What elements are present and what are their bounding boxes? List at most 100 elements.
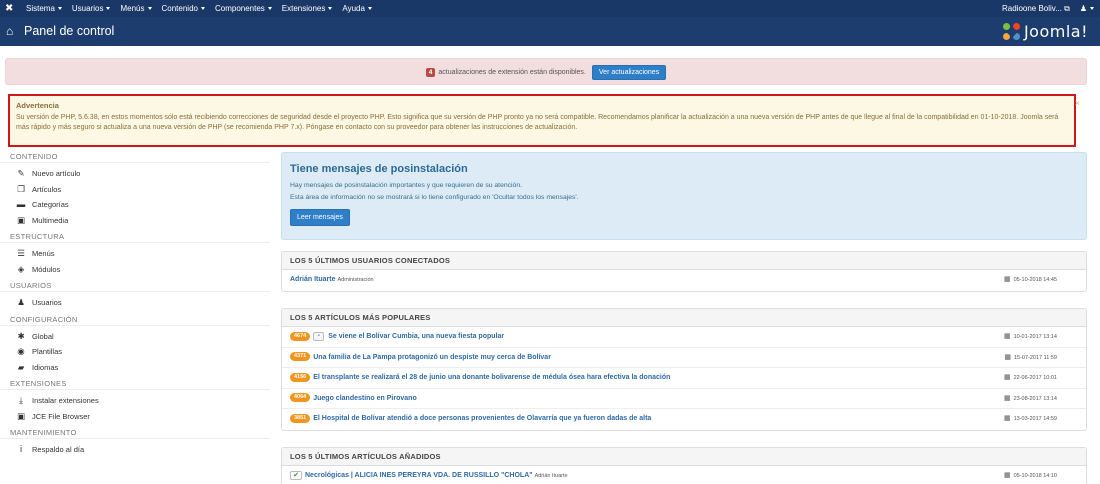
- article-link[interactable]: Una familia de La Pampa protagonizó un d…: [313, 354, 551, 361]
- article-link[interactable]: Necrológicas | ALICIA INES PEREYRA VDA. …: [305, 472, 533, 479]
- user-name-link[interactable]: Adrián Ituarte: [290, 276, 336, 283]
- date-text: 23-08-2017 13:14: [1013, 395, 1057, 402]
- sidebar-item[interactable]: ♟ Usuarios: [0, 295, 270, 311]
- top-menu-bar: ✖ Sistema Usuarios Menús Contenido Compo…: [0, 0, 1100, 17]
- calendar-icon: ▦: [1003, 276, 1011, 283]
- calendar-icon: ▦: [1004, 353, 1011, 361]
- menu-sistema[interactable]: Sistema: [26, 0, 72, 17]
- sidebar-item[interactable]: ⅰ Respaldo al día: [0, 442, 270, 458]
- sidebar-item-label: Idiomas: [32, 362, 59, 372]
- sidebar-item-label: Menús: [32, 249, 55, 258]
- joomla-logo-mark: [1002, 22, 1021, 41]
- menu-label: Contenido: [161, 4, 198, 13]
- table-row: 3851 El Hospital de Bolívar atendió a doc…: [282, 409, 1086, 430]
- sidebar-item[interactable]: ◈ Módulos: [0, 262, 270, 278]
- sidebar-section: CONFIGURACIÓN ✱ Global ◉ Plantillas ▰ Idiomas: [0, 313, 270, 376]
- calendar-icon: ▦: [1003, 374, 1011, 381]
- sidebar-item[interactable]: ☰ Menús: [0, 246, 270, 262]
- sidebar-item[interactable]: ▰ Idiomas: [0, 360, 270, 376]
- site-link[interactable]: Radioone Boliv... ⧉: [1002, 0, 1070, 17]
- table-row: 4674 ▪ Se viene el Bolívar Cumbia, una nue…: [282, 327, 1086, 348]
- sidebar-item-label: Global: [32, 331, 54, 341]
- recent-articles-panel: LOS 5 ÚLTIMOS ARTÍCULOS AÑADIDOS ✔ Necrol…: [281, 447, 1087, 484]
- table-row: 4156 El transplante se realizará el 28 de…: [282, 368, 1086, 389]
- caret-down-icon: [367, 7, 372, 11]
- row-date: ▦ 15-07-2017 11:59: [1004, 348, 1057, 369]
- calendar-icon: ▦: [1003, 415, 1011, 422]
- hits-badge: 3851: [290, 413, 311, 423]
- sidebar-item[interactable]: ▣ Multimedia: [0, 213, 270, 229]
- close-icon[interactable]: ×: [1075, 98, 1080, 108]
- copy-icon: ❐: [17, 183, 25, 194]
- sidebar-item[interactable]: ▬ Categorías: [0, 197, 270, 213]
- site-link-label: Radioone Boliv...: [1001, 4, 1062, 13]
- sidebar-section: MANTENIMIENTO ⅰ Respaldo al día: [0, 426, 270, 458]
- sidebar-item-label: Plantillas: [32, 347, 63, 356]
- sidebar-item-label: Respaldo al día: [32, 445, 85, 454]
- sidebar-item-label: Artículos: [32, 184, 62, 194]
- sidebar-item[interactable]: ◉ Plantillas: [0, 344, 270, 360]
- sidebar-item-label: Categorías: [32, 200, 69, 209]
- joomla-menu-icon[interactable]: ✖: [5, 3, 16, 14]
- table-row: Adrián Ituarte Administración ▦ 05-10-2018…: [282, 270, 1086, 291]
- menu-ayuda[interactable]: Ayuda: [342, 0, 382, 17]
- quick-icons-sidebar: CONTENIDO ✎ Nuevo artículo ❐ Artículos ▬ Categ…: [0, 150, 270, 460]
- user-menu[interactable]: ♟: [1080, 0, 1094, 17]
- postinstall-line-2: Esta área de información no se mostrará …: [290, 194, 579, 201]
- menu-label: Ayuda: [342, 4, 365, 13]
- hits-badge: 4674: [290, 331, 311, 341]
- menu-usuarios[interactable]: Usuarios: [72, 0, 121, 17]
- date-text: 05-10-2018 14:10: [1013, 473, 1057, 479]
- menu-contenido[interactable]: Contenido: [162, 0, 215, 17]
- menu-componentes[interactable]: Componentes: [215, 0, 282, 17]
- sidebar-section: EXTENSIONES ⤓ Instalar extensiones ▣ JCE Fil…: [0, 377, 270, 424]
- calendar-icon: ▦: [1003, 394, 1011, 402]
- sidebar-section-heading: ESTRUCTURA: [0, 230, 270, 243]
- info-icon: ⅰ: [19, 444, 23, 454]
- users-icon: ♟: [17, 297, 25, 307]
- panel-heading: LOS 5 ARTÍCULOS MÁS POPULARES: [282, 309, 1086, 327]
- external-link-icon: ⧉: [1064, 4, 1070, 13]
- view-updates-button[interactable]: Ver actualizaciones: [591, 65, 667, 80]
- lock-icon[interactable]: ▪: [313, 331, 325, 341]
- sidebar-item[interactable]: ✎ Nuevo artículo: [0, 166, 270, 182]
- top-right-links: Radioone Boliv... ⧉ ♟: [1002, 0, 1094, 17]
- read-messages-button[interactable]: Leer mensajes: [290, 209, 350, 226]
- joomla-wordmark: Joomla!: [1023, 22, 1088, 41]
- article-link[interactable]: El transplante se realizará el 28 de jun…: [313, 374, 670, 381]
- list-icon: ☰: [17, 248, 25, 258]
- updates-text: actualizaciones de extensión están dispo…: [438, 69, 586, 76]
- caret-down-icon: [1090, 7, 1094, 11]
- menu-menus[interactable]: Menús: [120, 0, 161, 17]
- sidebar-item-label: Multimedia: [32, 215, 69, 225]
- cog-icon: ✱: [17, 330, 25, 341]
- sidebar-item-label: Módulos: [32, 264, 61, 274]
- table-row: 4064 Juego clandestino en Pirovano ▦ 23-08-…: [282, 389, 1086, 409]
- main-menu: Sistema Usuarios Menús Contenido Compone…: [26, 0, 382, 17]
- row-date: ▦ 05-10-2018 14:10: [1004, 466, 1057, 484]
- updates-count-badge: 4: [425, 68, 436, 77]
- postinstall-messages: Tiene mensajes de posinstalación Hay men…: [281, 152, 1087, 240]
- picture-icon: ▣: [16, 410, 26, 421]
- sidebar-item[interactable]: ✱ Global: [0, 329, 270, 345]
- sidebar-item[interactable]: ⤓ Instalar extensiones: [0, 393, 270, 409]
- sidebar-item[interactable]: ▣ JCE File Browser: [0, 409, 270, 425]
- date-text: 15-07-2017 11:59: [1013, 354, 1057, 361]
- article-link[interactable]: Se viene el Bolívar Cumbia, una nueva fi…: [328, 333, 504, 340]
- hits-badge: 4064: [290, 393, 311, 403]
- row-date: ▦ 22-06-2017 10:01: [1004, 368, 1057, 389]
- published-check-icon[interactable]: ✔: [290, 470, 302, 480]
- article-link[interactable]: El Hospital de Bolívar atendió a doce pe…: [313, 415, 651, 422]
- panel-heading: LOS 5 ÚLTIMOS ARTÍCULOS AÑADIDOS: [282, 448, 1086, 466]
- sidebar-item[interactable]: ❐ Artículos: [0, 182, 270, 198]
- menu-extensiones[interactable]: Extensiones: [282, 0, 343, 17]
- menu-label: Menús: [120, 4, 145, 13]
- row-date: ▦ 13-03-2017 14:59: [1004, 409, 1057, 430]
- hits-badge: 4371: [290, 352, 311, 362]
- php-version-warning: Advertencia Su versión de PHP, 5.6.38, e…: [8, 94, 1080, 147]
- joomla-logo: Joomla!: [1002, 22, 1088, 41]
- updates-alert: 4 actualizaciones de extensión están dis…: [5, 58, 1087, 85]
- hits-badge: 4156: [290, 372, 311, 382]
- calendar-icon: ▦: [1003, 472, 1011, 479]
- article-link[interactable]: Juego clandestino en Pirovano: [313, 395, 416, 402]
